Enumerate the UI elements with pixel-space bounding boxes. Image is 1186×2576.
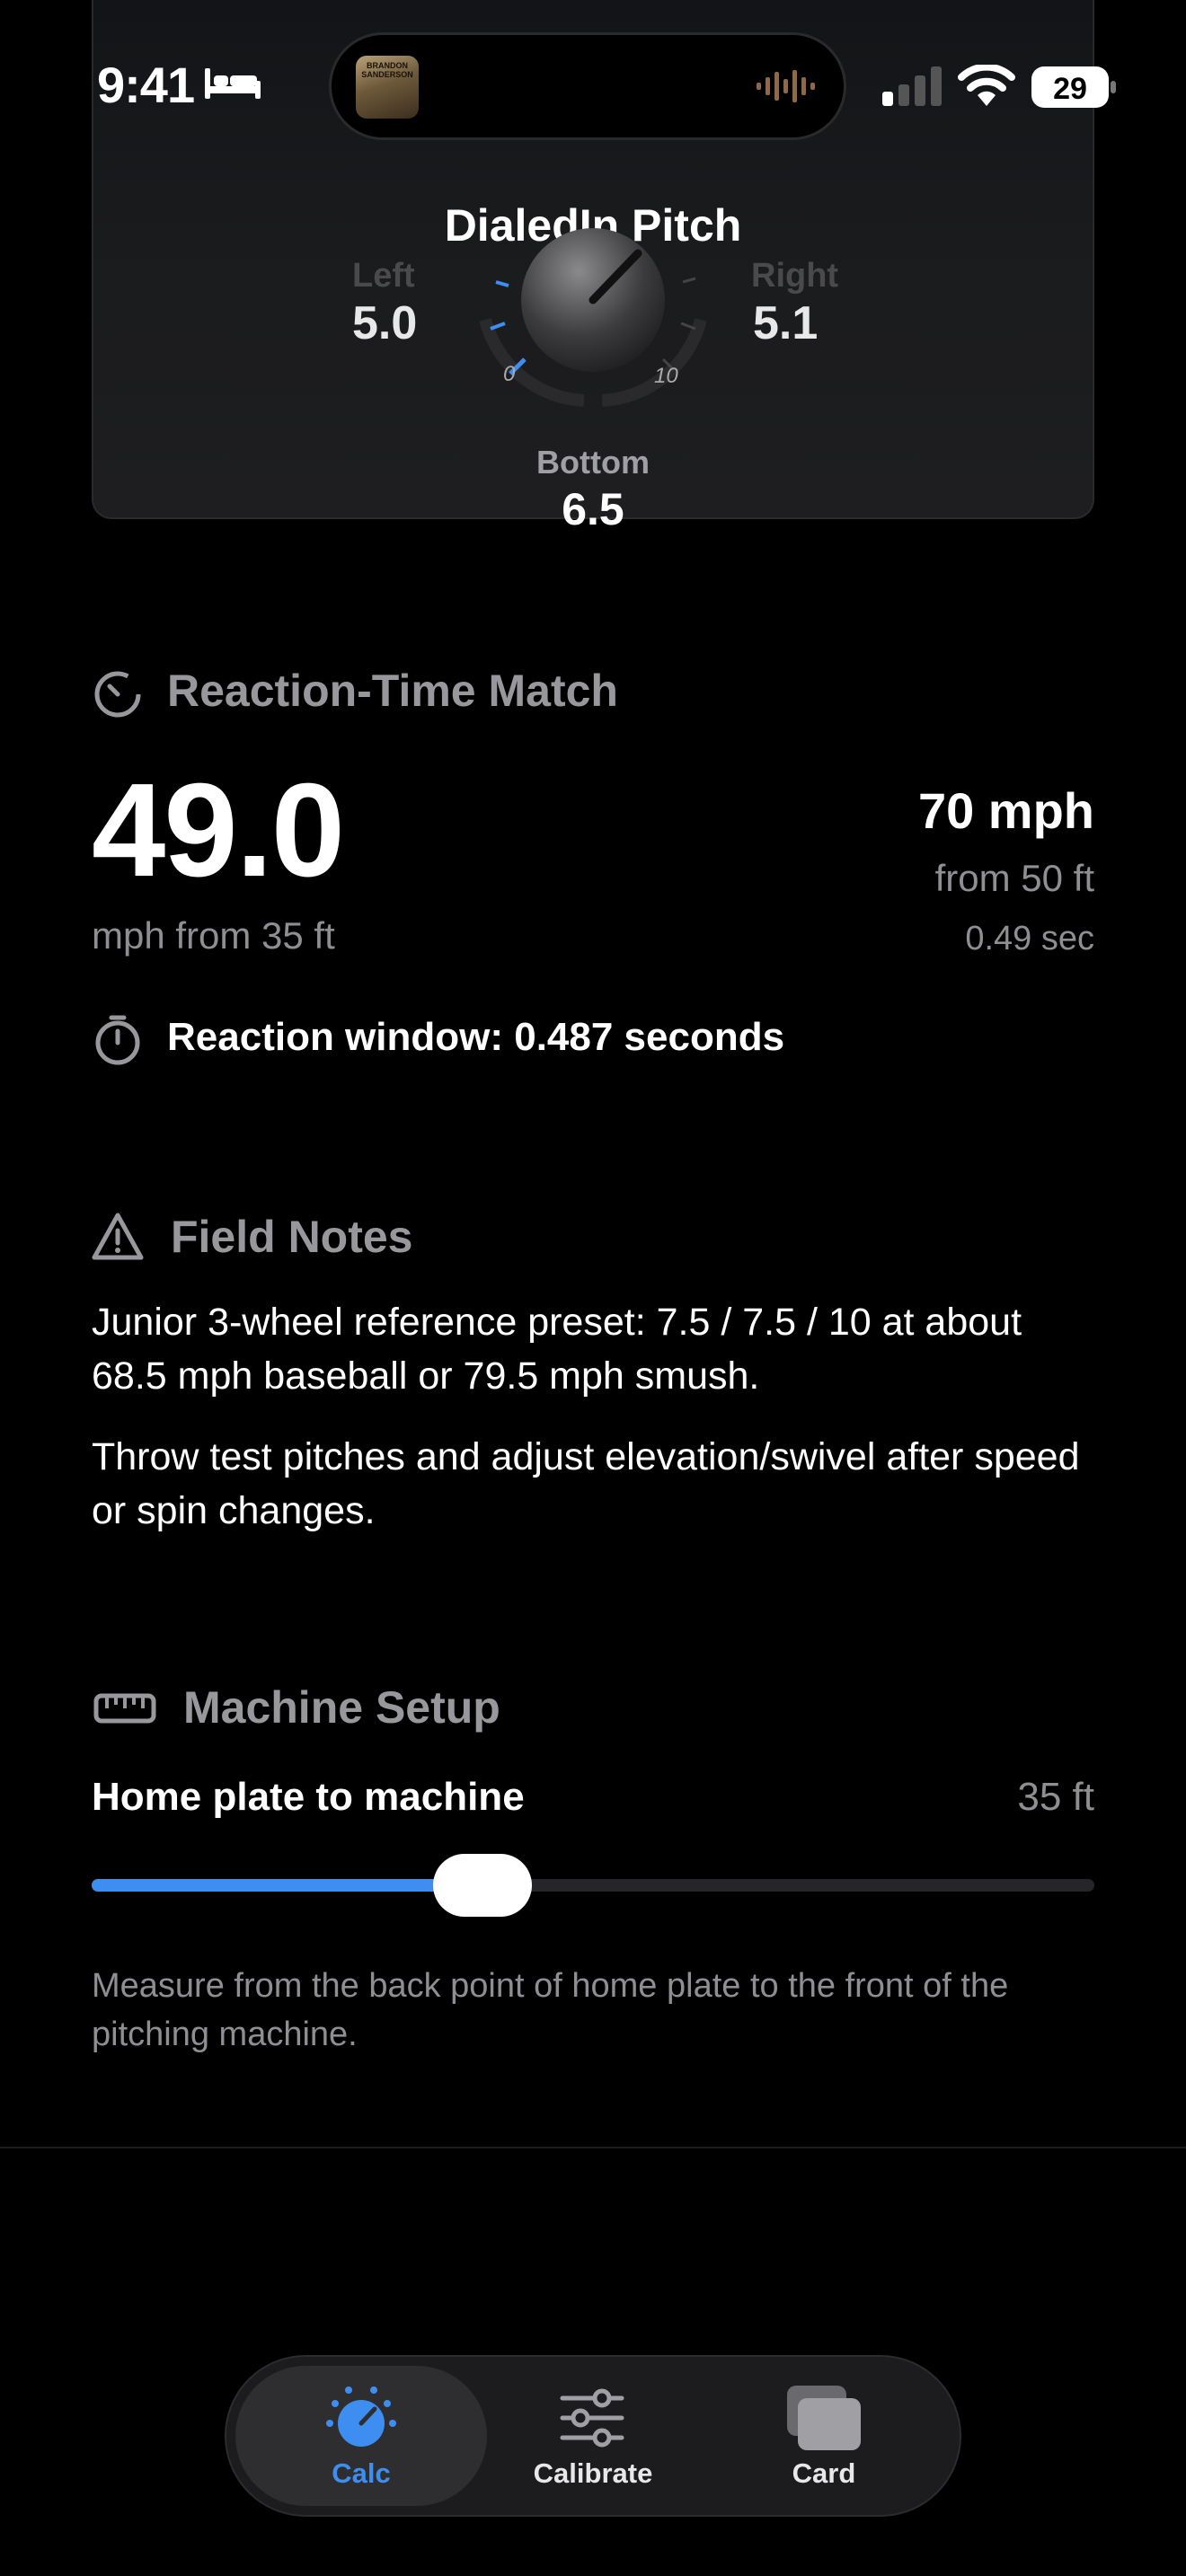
bed-icon <box>205 68 261 99</box>
knob-dial[interactable]: 0 10 <box>458 212 728 410</box>
divider <box>0 2147 1186 2148</box>
bottom-value: 6.5 <box>562 484 624 534</box>
stopwatch-icon <box>95 1015 140 1065</box>
tab-calc-label[interactable]: Calc <box>253 2457 469 2490</box>
album-art[interactable]: BRANDON SANDERSON <box>356 56 419 119</box>
machine-setup-title: Machine Setup <box>183 1682 500 1733</box>
cards-icon <box>787 2386 861 2450</box>
battery-level: 29 <box>1053 72 1087 106</box>
battery-icon: 29 <box>1031 66 1116 108</box>
timer-reset-icon <box>94 671 141 718</box>
tab-calibrate-label[interactable]: Calibrate <box>485 2457 701 2490</box>
distance-slider-thumb[interactable] <box>433 1854 533 1917</box>
right-value: 5.1 <box>753 297 819 349</box>
distance-hint: Measure from the back point of home plat… <box>92 1967 1009 2053</box>
ruler-icon <box>93 1693 156 1724</box>
bottom-label: Bottom <box>536 444 650 481</box>
cellular-signal-icon <box>882 66 942 106</box>
field-note-paragraph: Junior 3-wheel reference preset: 7.5 / 7… <box>92 1301 1022 1398</box>
distance-value: 35 ft <box>1017 1775 1094 1819</box>
distance-label: Home plate to machine <box>92 1775 525 1819</box>
reference-distance: from 50 ft <box>934 857 1094 899</box>
audio-waveform-icon <box>757 70 815 102</box>
status-time: 9:41 <box>97 57 195 113</box>
warning-triangle-icon <box>92 1213 144 1260</box>
reference-speed: 70 mph <box>917 782 1094 839</box>
reference-time: 0.49 sec <box>965 920 1094 957</box>
distance-slider-fill <box>92 1879 483 1892</box>
knob-max-label: 10 <box>654 364 678 388</box>
dial-icon <box>326 2386 396 2447</box>
tab-card-label[interactable]: Card <box>716 2457 932 2490</box>
field-notes-title: Field Notes <box>171 1212 413 1262</box>
reaction-window-text: Reaction window: 0.487 seconds <box>167 1015 785 1059</box>
field-note-paragraph: Throw test pitches and adjust elevation/… <box>92 1435 1080 1532</box>
matched-speed-caption: mph from 35 ft <box>92 914 335 957</box>
knob-min-label: 0 <box>503 362 516 386</box>
reaction-section-title: Reaction-Time Match <box>167 666 618 716</box>
right-label: Right <box>751 257 839 295</box>
matched-speed: 49.0 <box>92 756 345 904</box>
sliders-icon <box>560 2388 624 2448</box>
wifi-icon <box>958 65 1015 106</box>
left-value: 5.0 <box>352 297 418 349</box>
left-label: Left <box>352 257 415 295</box>
